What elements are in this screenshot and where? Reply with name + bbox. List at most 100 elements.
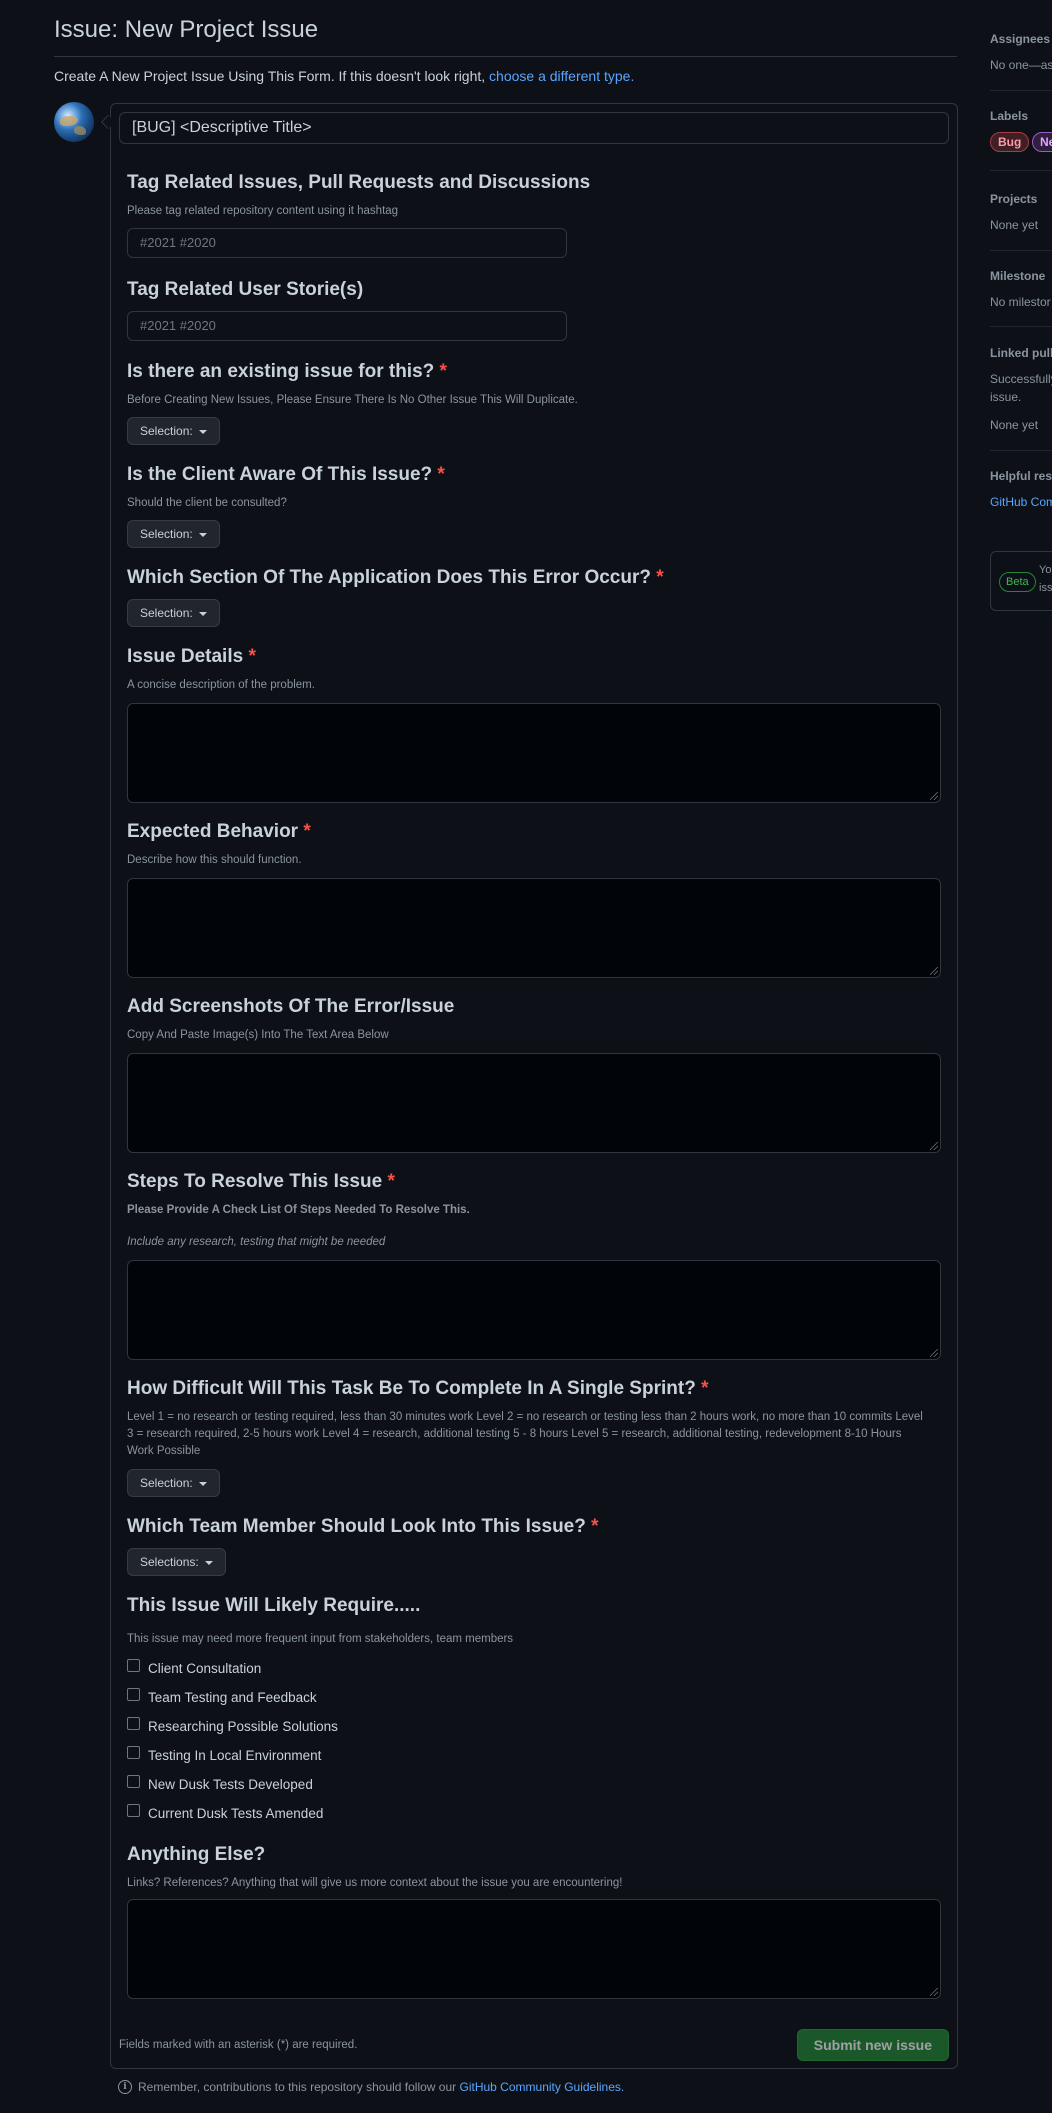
subtitle-text: Create A New Project Issue Using This Fo… [54,68,486,84]
community-guidelines-link[interactable]: GitHub Community Guidelines. [460,2080,625,2094]
avatar[interactable] [54,102,94,142]
checkbox[interactable] [127,1688,140,1701]
required-fields-note: Fields marked with an asterisk (*) are r… [119,2039,358,2051]
beta-badge: Beta [999,572,1036,592]
page-title: Issue: New Project Issue [54,16,319,43]
team-member-label: Which Team Member Should Look Into This … [127,1516,599,1538]
issue-sidebar: Assignees No one—as Labels Bug Ne Projec… [990,0,1052,2113]
title-divider [54,56,957,57]
app-section-label-text: Which Section Of The Application Does Th… [127,567,651,588]
steps-hint: Include any research, testing that might… [127,1236,386,1248]
issue-details-label: Issue Details * [127,646,256,668]
sidebar-divider [990,250,1052,251]
checkbox-label: Client Consultation [148,1661,262,1676]
checkbox-researching[interactable]: Researching Possible Solutions [127,1717,338,1734]
client-aware-select[interactable]: Selection: [127,520,220,548]
checkbox-client-consultation[interactable]: Client Consultation [127,1659,262,1676]
steps-textarea[interactable] [127,1260,941,1360]
milestone-heading[interactable]: Milestone [990,269,1045,283]
steps-description: Please Provide A Check List Of Steps Nee… [127,1204,470,1216]
checkbox-new-dusk-tests[interactable]: New Dusk Tests Developed [127,1775,313,1792]
screenshots-label: Add Screenshots Of The Error/Issue [127,996,455,1017]
team-member-label-text: Which Team Member Should Look Into This … [127,1516,586,1537]
checkbox-label: Testing In Local Environment [148,1748,322,1763]
required-marker: * [303,821,311,842]
caret-down-icon [198,532,207,537]
checkbox[interactable] [127,1775,140,1788]
select-label: Selections: [140,1555,199,1569]
label-new[interactable]: Ne [1032,132,1052,152]
checkbox[interactable] [127,1659,140,1672]
checkbox-label: Team Testing and Feedback [148,1690,317,1705]
difficulty-description: Level 1 = no research or testing require… [127,1411,923,1457]
app-section-select[interactable]: Selection: [127,599,220,627]
likely-require-label: This Issue Will Likely Require..... [127,1595,421,1616]
anything-else-description: Links? References? Anything that will gi… [127,1877,623,1889]
required-marker: * [248,646,256,667]
caret-down-icon [198,611,207,616]
anything-else-textarea[interactable] [127,1899,941,1999]
likely-require-description: This issue may need more frequent input … [127,1633,514,1645]
required-marker: * [439,361,447,382]
checkbox-label: New Dusk Tests Developed [148,1777,313,1792]
select-label: Selection: [140,606,193,620]
screenshots-description: Copy And Paste Image(s) Into The Text Ar… [127,1029,389,1041]
caret-down-icon [198,1481,207,1486]
required-marker: * [437,464,445,485]
sidebar-divider [990,90,1052,91]
labels-heading[interactable]: Labels [990,109,1028,123]
linked-pull-line1: Successfully [990,372,1052,386]
issue-details-textarea[interactable] [127,703,941,803]
checkbox-dusk-tests-amended[interactable]: Current Dusk Tests Amended [127,1804,323,1821]
checkbox-team-testing[interactable]: Team Testing and Feedback [127,1688,317,1705]
choose-type-link[interactable]: choose a different type. [489,68,634,84]
checkbox-local-testing[interactable]: Testing In Local Environment [127,1746,322,1763]
issue-details-label-text: Issue Details [127,646,244,667]
caret-down-icon [198,429,207,434]
anything-else-label: Anything Else? [127,1844,266,1865]
difficulty-label-text: How Difficult Will This Task Be To Compl… [127,1378,696,1399]
select-label: Selection: [140,527,193,541]
issue-title-input[interactable]: [BUG] <Descriptive Title> [119,112,949,144]
tag-related-input[interactable]: #2021 #2020 [127,228,567,258]
sidebar-divider [990,326,1052,327]
checkbox[interactable] [127,1717,140,1730]
beta-text-line2: iss [1039,582,1052,594]
tag-related-label: Tag Related Issues, Pull Requests and Di… [127,172,591,193]
existing-issue-select[interactable]: Selection: [127,417,220,445]
select-label: Selection: [140,424,193,438]
required-marker: * [387,1171,395,1192]
expected-behavior-textarea[interactable] [127,878,941,978]
page-subtitle: Create A New Project Issue Using This Fo… [54,68,634,84]
difficulty-select[interactable]: Selection: [127,1469,220,1497]
sidebar-divider [990,170,1052,171]
checkbox[interactable] [127,1746,140,1759]
github-community-link[interactable]: GitHub Com [990,495,1052,509]
client-aware-label: Is the Client Aware Of This Issue? * [127,464,445,486]
sidebar-divider [990,450,1052,451]
checkbox[interactable] [127,1804,140,1817]
user-stories-input[interactable]: #2021 #2020 [127,311,567,341]
label-bug[interactable]: Bug [990,132,1030,152]
submit-issue-button[interactable]: Submit new issue [796,2029,949,2061]
helpful-heading: Helpful reso [990,469,1052,483]
existing-issue-label-text: Is there an existing issue for this? [127,361,435,382]
assignees-value: No one—as [990,58,1052,72]
assignees-heading[interactable]: Assignees [990,32,1050,46]
existing-issue-label: Is there an existing issue for this? * [127,361,447,383]
team-member-select[interactable]: Selections: [127,1548,226,1576]
guidelines-text: Remember, contributions to this reposito… [138,2080,457,2094]
issue-details-description: A concise description of the problem. [127,679,315,691]
issue-form: [BUG] <Descriptive Title> Tag Related Is… [110,103,958,2069]
linked-pull-heading: Linked pull [990,346,1052,360]
tag-related-description: Please tag related repository content us… [127,205,399,217]
client-aware-label-text: Is the Client Aware Of This Issue? [127,464,433,485]
beta-text-line1: Yo [1039,564,1052,576]
app-section-label: Which Section Of The Application Does Th… [127,567,664,589]
linked-pull-value: None yet [990,418,1039,432]
required-marker: * [701,1378,709,1399]
info-icon: i [118,2080,132,2094]
projects-heading[interactable]: Projects [990,192,1037,206]
steps-label-text: Steps To Resolve This Issue [127,1171,383,1192]
screenshots-textarea[interactable] [127,1053,941,1153]
